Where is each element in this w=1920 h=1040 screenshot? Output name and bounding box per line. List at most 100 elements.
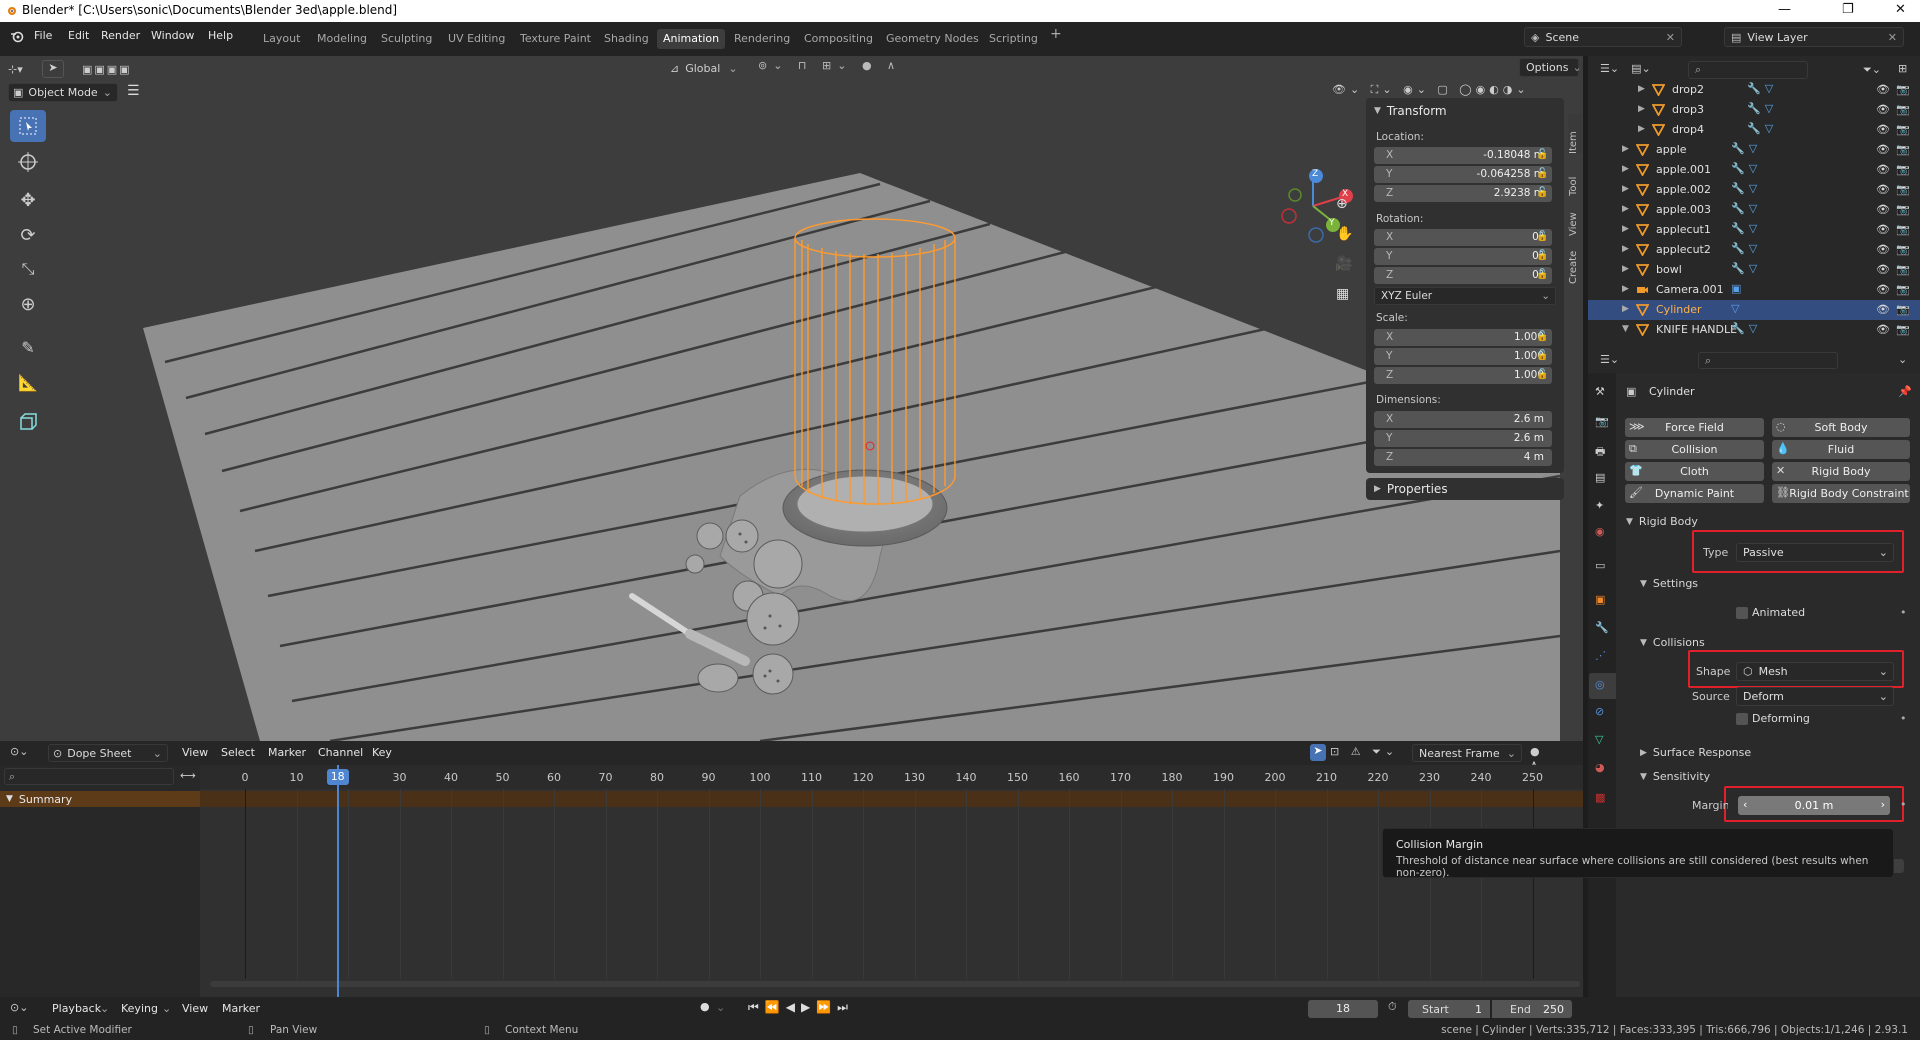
lock-icon[interactable]: 🔓 — [1536, 187, 1548, 199]
physics-tab-active[interactable]: ◎ — [1589, 673, 1616, 699]
modifier-data-icons[interactable]: 🔧▽ — [1731, 222, 1761, 235]
start-frame-field[interactable]: Start 1 — [1408, 1000, 1490, 1018]
transform-orientation[interactable]: ⊿ Global ⌄ — [670, 58, 738, 78]
render-visibility-icon[interactable]: 📷 — [1896, 123, 1910, 136]
visibility-eye-icon[interactable]: 👁 — [1876, 243, 1890, 256]
render-visibility-icon[interactable]: 📷 — [1896, 163, 1910, 176]
add-workspace-icon[interactable]: + — [1050, 26, 1062, 42]
add-cube-tool[interactable] — [10, 406, 46, 438]
outliner-row[interactable]: ▶ drop4 🔧▽ 👁 📷 — [1588, 120, 1920, 140]
modifier-data-icons[interactable]: 🔧▽ — [1747, 122, 1777, 135]
tab-view[interactable]: View — [1568, 196, 1582, 236]
render-visibility-icon[interactable]: 📷 — [1896, 183, 1910, 196]
rotation-y-field[interactable]: Y 0° — [1374, 248, 1552, 265]
render-visibility-icon[interactable]: 📷 — [1896, 83, 1910, 96]
soft-body-button[interactable]: ◌ Soft Body — [1772, 418, 1910, 437]
modifier-data-icons[interactable]: 🔧▽ — [1731, 262, 1761, 275]
rotate-tool[interactable]: ⟳ — [10, 219, 46, 251]
tab-create[interactable]: Create — [1568, 238, 1582, 284]
expand-arrow-icon[interactable]: ▶ — [1622, 244, 1629, 254]
location-y-field[interactable]: Y -0.064258 m — [1374, 166, 1552, 183]
rotation-x-field[interactable]: X 0° — [1374, 229, 1552, 246]
modifier-data-icons[interactable]: 🔧▽ — [1747, 102, 1777, 115]
visibility-eye-icon[interactable]: 👁 — [1876, 123, 1890, 136]
animated-checkbox[interactable] — [1736, 607, 1748, 619]
scene-tab-icon[interactable]: ✦ — [1595, 499, 1604, 512]
lock-icon[interactable]: 🔓 — [1536, 149, 1548, 161]
modifier-data-icons[interactable]: 🔧▽ — [1731, 242, 1761, 255]
constraints-tab-icon[interactable]: ⊘ — [1595, 705, 1604, 718]
playback-controls[interactable]: ⏮⏪◀▶⏩⏭ — [748, 1000, 854, 1015]
expand-arrow-icon[interactable]: ▶ — [1622, 224, 1629, 234]
lock-icon[interactable]: 🔓 — [1536, 369, 1548, 381]
properties-search-input[interactable]: ⌕ — [1698, 352, 1838, 369]
menu-playback[interactable]: Playback — [52, 1002, 101, 1015]
expand-arrow-icon[interactable]: ▶ — [1622, 184, 1629, 194]
render-visibility-icon[interactable]: 📷 — [1896, 263, 1910, 276]
editor-type-icon[interactable]: ⊙⌄ — [10, 745, 28, 758]
viewport-visibility-icons[interactable]: 👁⌄ ⛶⌄ ◉⌄ ▢ ◯◉◐◑⌄ — [1332, 83, 1530, 97]
render-visibility-icon[interactable]: 📷 — [1896, 323, 1910, 336]
gizmo-y-label[interactable]: Y — [1329, 218, 1335, 228]
collection-tab-icon[interactable]: ▭ — [1595, 559, 1605, 572]
object-mode-dropdown[interactable]: ▣ Object Mode ⌄ — [8, 83, 118, 102]
menu-view[interactable]: View — [182, 1002, 208, 1015]
horizontal-scrollbar[interactable] — [210, 981, 1580, 987]
keyframe-area[interactable] — [200, 789, 1583, 997]
modifier-data-icons[interactable]: 🔧▽ — [1731, 202, 1761, 215]
deforming-checkbox[interactable] — [1736, 713, 1748, 725]
visibility-eye-icon[interactable]: 👁 — [1876, 323, 1890, 336]
outliner-row[interactable]: ▶ apple.001 🔧▽ 👁 📷 — [1588, 160, 1920, 180]
select-box-tool[interactable] — [10, 110, 46, 142]
tab-geometry-nodes[interactable]: Geometry Nodes — [880, 29, 985, 49]
editor-type-icon[interactable]: ☰⌄ — [1600, 353, 1619, 366]
render-visibility-icon[interactable]: 📷 — [1896, 283, 1910, 296]
fluid-button[interactable]: 💧 Fluid — [1772, 440, 1910, 459]
3d-viewport[interactable]: Z X Y ⊹▾ ➤ ▣▣▣▣ ⊿ Global ⌄ ⊚⌄ ⊓ ⊞⌄ ● ∧ O… — [0, 56, 1583, 741]
outliner-row[interactable]: ▶ apple.002 🔧▽ 👁 📷 — [1588, 180, 1920, 200]
rotation-mode-dropdown[interactable]: XYZ Euler ⌄ — [1374, 287, 1556, 305]
type-dropdown[interactable]: Passive ⌄ — [1736, 543, 1894, 562]
lock-icon[interactable]: 🔓 — [1536, 331, 1548, 343]
playhead-line[interactable] — [336, 765, 339, 997]
world-tab-icon[interactable]: ◉ — [1595, 525, 1605, 538]
transform-header[interactable]: ▼ Transform — [1374, 104, 1447, 118]
current-frame-field[interactable]: 18 — [1308, 1000, 1378, 1018]
editor-type-icon[interactable]: ⊹▾ — [8, 63, 30, 76]
outliner-row[interactable]: ▶ apple 🔧▽ 👁 📷 — [1588, 140, 1920, 160]
tab-tool[interactable]: Tool — [1568, 156, 1582, 196]
playhead-frame-indicator[interactable]: 18 — [326, 769, 349, 785]
menu-marker[interactable]: Marker — [222, 1002, 260, 1015]
force-field-button[interactable]: ⋙ Force Field — [1625, 418, 1764, 437]
source-dropdown[interactable]: Deform ⌄ — [1736, 687, 1894, 706]
lock-icon[interactable]: 🔓 — [1536, 250, 1548, 262]
tab-compositing[interactable]: Compositing — [798, 29, 879, 49]
tab-layout[interactable]: Layout — [257, 29, 306, 49]
record-keyframe-icon[interactable]: ● — [700, 1000, 710, 1013]
render-visibility-icon[interactable]: 📷 — [1896, 243, 1910, 256]
tab-texture-paint[interactable]: Texture Paint — [514, 29, 597, 49]
sensitivity-subpanel-header[interactable]: ▼ Sensitivity — [1640, 770, 1710, 783]
outliner-row[interactable]: ▼ KNIFE HANDLE 🔧▽ 👁 📷 — [1588, 320, 1920, 340]
visibility-eye-icon[interactable]: 👁 — [1876, 83, 1890, 96]
visibility-eye-icon[interactable]: 👁 — [1876, 263, 1890, 276]
pin-icon[interactable]: 📌 — [1898, 385, 1912, 398]
ds-menu-marker[interactable]: Marker — [268, 746, 306, 759]
expand-arrow-icon[interactable]: ▶ — [1622, 204, 1629, 214]
outliner-row[interactable]: ▶ applecut1 🔧▽ 👁 📷 — [1588, 220, 1920, 240]
render-visibility-icon[interactable]: 📷 — [1896, 223, 1910, 236]
tab-item[interactable]: Item — [1568, 114, 1582, 154]
keyframe-dot-icon[interactable]: • — [1900, 798, 1907, 811]
dimensions-z-field[interactable]: Z4 m — [1374, 449, 1552, 466]
tab-scripting[interactable]: Scripting — [983, 29, 1044, 49]
tab-rendering[interactable]: Rendering — [728, 29, 796, 49]
visibility-eye-icon[interactable]: 👁 — [1876, 103, 1890, 116]
outliner-row[interactable]: ▶ drop3 🔧▽ 👁 📷 — [1588, 100, 1920, 120]
select-tool-icon[interactable]: ➤ — [42, 60, 64, 78]
lock-icon[interactable]: 🔓 — [1536, 168, 1548, 180]
modifier-data-icons[interactable]: ▣ — [1731, 282, 1745, 295]
dimensions-x-field[interactable]: X 2.6 m — [1374, 411, 1552, 428]
expand-arrow-icon[interactable]: ▶ — [1638, 124, 1645, 134]
selection-mode-icons[interactable]: ▣▣▣▣ — [82, 63, 132, 76]
options-button[interactable]: Options ⌄ — [1519, 58, 1582, 77]
